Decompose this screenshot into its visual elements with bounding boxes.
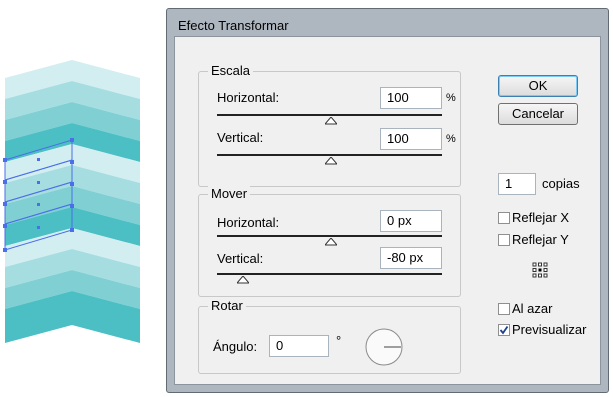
move-vertical-input[interactable]: -80 px xyxy=(380,247,442,269)
rotate-legend: Rotar xyxy=(208,298,246,313)
scale-vertical-input[interactable]: 100 xyxy=(380,128,442,150)
move-vertical-slider-thumb[interactable] xyxy=(237,276,249,284)
rotate-angle-label: Ángulo: xyxy=(213,339,258,354)
move-vertical-label: Vertical: xyxy=(217,251,264,266)
reflect-x-checkbox[interactable] xyxy=(498,212,510,224)
copies-input[interactable]: 1 xyxy=(498,173,536,195)
rotate-angle-unit: ° xyxy=(336,333,342,348)
preview-label[interactable]: Previsualizar xyxy=(512,322,586,337)
scale-vertical-slider-thumb[interactable] xyxy=(325,157,337,165)
random-label[interactable]: Al azar xyxy=(512,301,552,316)
reflect-y-label[interactable]: Reflejar Y xyxy=(512,232,569,247)
reflect-y-checkbox[interactable] xyxy=(498,234,510,246)
move-horizontal-label: Horizontal: xyxy=(217,215,280,230)
scale-vertical-label: Vertical: xyxy=(217,130,264,145)
move-group: Mover Horizontal: 0 px Vertical: -80 px xyxy=(198,186,461,297)
move-vertical-slider[interactable] xyxy=(217,273,442,275)
rotation-dial[interactable] xyxy=(364,327,404,367)
reference-point-icon[interactable] xyxy=(532,262,548,278)
scale-horizontal-label: Horizontal: xyxy=(217,90,280,105)
transform-effect-dialog: Efecto Transformar Escala Horizontal: 10… xyxy=(166,8,609,393)
dialog-body: Escala Horizontal: 100 % Vertical: 100 %… xyxy=(174,36,601,385)
move-horizontal-slider[interactable] xyxy=(217,235,442,237)
cancel-button[interactable]: Cancelar xyxy=(498,103,578,125)
random-checkbox[interactable] xyxy=(498,303,510,315)
move-legend: Mover xyxy=(208,186,251,201)
window-title: Efecto Transformar xyxy=(178,18,289,33)
scale-legend: Escala xyxy=(208,63,254,78)
scale-vertical-slider[interactable] xyxy=(217,154,442,156)
move-horizontal-input[interactable]: 0 px xyxy=(380,210,442,232)
scale-horizontal-slider-thumb[interactable] xyxy=(325,117,337,125)
scale-vertical-unit: % xyxy=(446,133,456,145)
reflect-x-label[interactable]: Reflejar X xyxy=(512,210,569,225)
scale-horizontal-unit: % xyxy=(446,92,456,104)
copies-label: copias xyxy=(542,176,580,191)
move-horizontal-slider-thumb[interactable] xyxy=(325,238,337,246)
rotate-angle-input[interactable]: 0 xyxy=(269,335,329,357)
ok-button[interactable]: OK xyxy=(498,75,578,97)
chevron-artwork xyxy=(3,60,140,343)
scale-horizontal-slider[interactable] xyxy=(217,114,442,116)
preview-checkbox[interactable] xyxy=(498,324,510,336)
checkmark-icon xyxy=(499,325,509,335)
scale-horizontal-input[interactable]: 100 xyxy=(380,87,442,109)
rotate-group: Rotar Ángulo: 0 ° xyxy=(198,298,461,374)
scale-group: Escala Horizontal: 100 % Vertical: 100 % xyxy=(198,63,461,187)
